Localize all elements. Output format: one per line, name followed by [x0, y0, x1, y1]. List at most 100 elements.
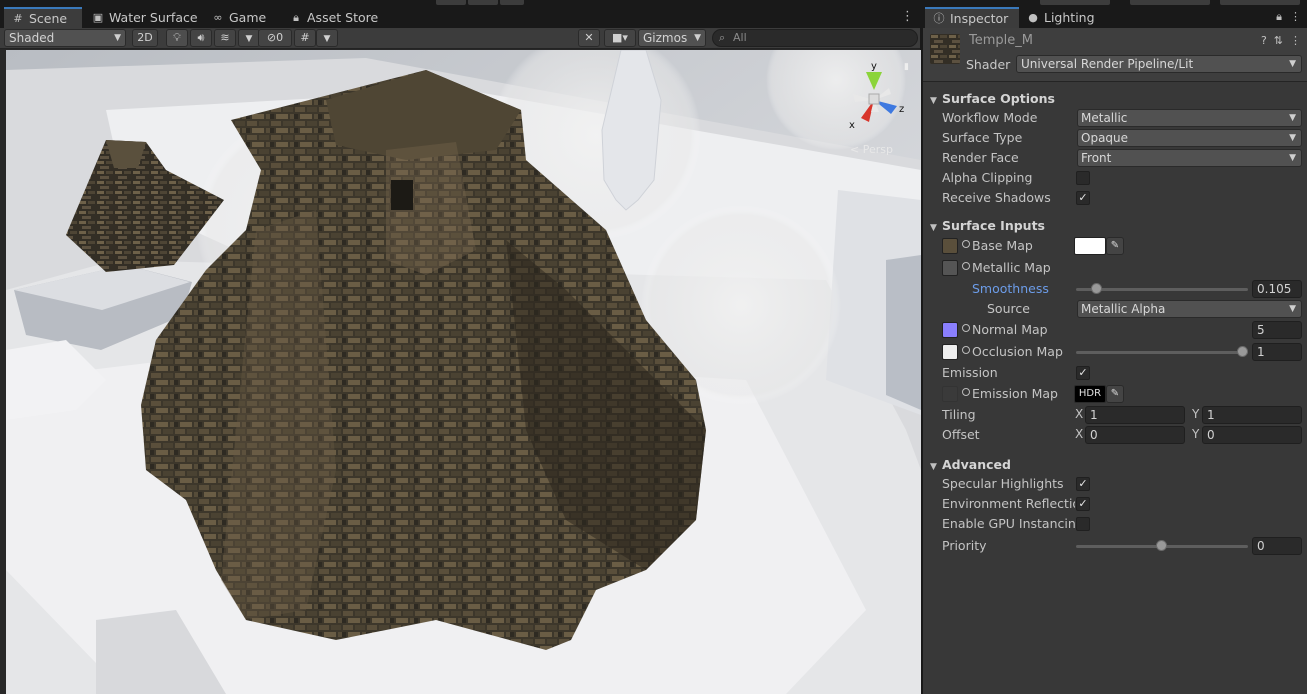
metallic-map-texture-slot[interactable] — [942, 260, 958, 276]
checkmark-icon: ✓ — [1078, 366, 1088, 379]
property-label: Smoothness — [972, 281, 1049, 296]
tab-label: Game — [229, 10, 267, 25]
alpha-clipping-checkbox[interactable] — [1076, 171, 1090, 185]
gpu-instancing-checkbox[interactable] — [1076, 517, 1090, 531]
help-icon[interactable]: ? — [1261, 34, 1267, 47]
tiling-x-field[interactable]: 1 — [1085, 406, 1185, 424]
texture-picker-icon[interactable] — [962, 324, 970, 332]
receive-shadows-checkbox[interactable]: ✓ — [1076, 191, 1090, 205]
gizmo-y-axis[interactable] — [866, 72, 882, 90]
lighting-toggle-button[interactable]: 💡︎ — [166, 29, 188, 47]
texture-picker-icon[interactable] — [962, 388, 970, 396]
normal-map-texture-slot[interactable] — [942, 322, 958, 338]
foldout-arrow-icon: ▼ — [930, 96, 937, 106]
more-options-icon[interactable]: ⋮ — [1290, 10, 1301, 24]
material-preview-thumbnail — [930, 34, 960, 64]
base-map-color-swatch[interactable] — [1074, 237, 1106, 255]
base-map-texture-slot[interactable] — [942, 238, 958, 254]
toolbar-stub-button[interactable] — [1130, 0, 1210, 5]
tab-lighting[interactable]: ● Lighting — [1019, 7, 1109, 28]
render-face-dropdown[interactable]: Front ▼ — [1077, 149, 1302, 167]
property-label: Emission Map — [972, 386, 1058, 401]
texture-picker-icon[interactable] — [962, 240, 970, 248]
gizmos-dropdown[interactable]: Gizmos ▼ — [638, 29, 706, 47]
scene-search-input[interactable]: ⌕ All — [712, 29, 918, 47]
dropdown-value: Front — [1081, 151, 1112, 165]
gpu-instancing-row: Enable GPU Instancing — [923, 514, 1307, 534]
specular-highlights-checkbox[interactable]: ✓ — [1076, 477, 1090, 491]
scene-viewport[interactable]: y x z < Persp ▮ — [6, 50, 921, 694]
more-options-icon[interactable]: ⋮ — [901, 9, 914, 24]
axis-label-x: X — [1075, 407, 1084, 421]
grid-toggle-button[interactable]: # — [294, 29, 316, 47]
tab-label: Water Surface — [109, 10, 198, 25]
tab-water-surface[interactable]: ▣ Water Surface — [84, 7, 202, 28]
lock-icon[interactable]: 🔒︎ — [1276, 10, 1282, 24]
smoothness-field[interactable]: 0.105 — [1252, 280, 1302, 298]
tab-inspector[interactable]: ⓘ Inspector — [925, 7, 1019, 28]
effects-dropdown-button[interactable]: ▼ — [238, 29, 260, 47]
hidden-objects-toggle[interactable]: ⊘0 — [258, 29, 292, 47]
material-name: Temple_M — [969, 33, 1033, 48]
grid-icon: # — [13, 11, 23, 25]
tab-scene[interactable]: # Scene — [4, 7, 82, 28]
normal-scale-field[interactable]: 5 — [1252, 321, 1302, 339]
workflow-mode-row: Workflow Mode Metallic ▼ — [923, 108, 1307, 128]
eyedropper-icon[interactable]: ✎ — [1106, 385, 1124, 403]
environment-reflections-row: Environment Reflections ✓ — [923, 494, 1307, 514]
tools-button[interactable]: ✕ — [578, 29, 600, 47]
more-options-icon[interactable]: ⋮ — [1290, 34, 1301, 47]
eyedropper-icon[interactable]: ✎ — [1106, 237, 1124, 255]
source-dropdown[interactable]: Metallic Alpha ▼ — [1077, 300, 1302, 318]
grid-dropdown-button[interactable]: ▼ — [316, 29, 338, 47]
draw-mode-dropdown[interactable]: Shaded ▼ — [4, 29, 126, 47]
environment-reflections-checkbox[interactable]: ✓ — [1076, 497, 1090, 511]
section-surface-inputs[interactable]: ▼ Surface Inputs — [930, 218, 1045, 233]
tab-asset-store[interactable]: 🔒︎ Asset Store — [282, 7, 382, 28]
priority-slider-handle[interactable] — [1156, 540, 1167, 551]
camera-settings-button[interactable]: ■▾ — [604, 29, 636, 47]
property-label: Metallic Map — [972, 260, 1051, 275]
section-advanced[interactable]: ▼ Advanced — [930, 457, 1011, 472]
offset-y-field[interactable]: 0 — [1202, 426, 1302, 444]
toolbar-stub-button[interactable] — [468, 0, 498, 5]
emission-map-texture-slot[interactable] — [942, 386, 958, 402]
property-label: Source — [987, 301, 1030, 316]
texture-picker-icon[interactable] — [962, 262, 970, 270]
occlusion-slider-handle[interactable] — [1237, 346, 1248, 357]
occlusion-slider-track[interactable] — [1076, 351, 1248, 354]
shader-dropdown[interactable]: Universal Render Pipeline/Lit ▼ — [1016, 55, 1302, 73]
effects-toggle-button[interactable]: ≋ — [214, 29, 236, 47]
property-label: Receive Shadows — [942, 190, 1051, 205]
occlusion-strength-field[interactable]: 1 — [1252, 343, 1302, 361]
toolbar-stub-button[interactable] — [436, 0, 466, 5]
toggle-2d-button[interactable]: 2D — [132, 29, 158, 47]
emission-hdr-color[interactable]: HDR — [1074, 385, 1106, 403]
tiling-y-field[interactable]: 1 — [1202, 406, 1302, 424]
render-face-row: Render Face Front ▼ — [923, 148, 1307, 168]
projection-toggle[interactable]: < Persp — [850, 143, 893, 156]
top-toolbar-strip — [0, 0, 1307, 7]
surface-type-dropdown[interactable]: Opaque ▼ — [1077, 129, 1302, 147]
audio-toggle-button[interactable]: 🔊︎ — [190, 29, 212, 47]
texture-picker-icon[interactable] — [962, 346, 970, 354]
lock-icon[interactable]: ▮ — [904, 62, 909, 72]
workflow-mode-dropdown[interactable]: Metallic ▼ — [1077, 109, 1302, 127]
emission-checkbox[interactable]: ✓ — [1076, 366, 1090, 380]
section-title: Advanced — [942, 457, 1011, 472]
specular-highlights-row: Specular Highlights ✓ — [923, 474, 1307, 494]
toolbar-stub-button[interactable] — [1220, 0, 1300, 5]
section-surface-options[interactable]: ▼ Surface Options — [930, 91, 1055, 106]
occlusion-map-texture-slot[interactable] — [942, 344, 958, 360]
priority-field[interactable]: 0 — [1252, 537, 1302, 555]
offset-x-field[interactable]: 0 — [1085, 426, 1185, 444]
smoothness-row: Smoothness 0.105 — [923, 279, 1307, 299]
preset-icon[interactable]: ⇅ — [1274, 34, 1283, 47]
lightbulb-icon: 💡︎ — [173, 31, 181, 44]
chevron-down-icon: ▼ — [1289, 153, 1296, 163]
smoothness-slider-handle[interactable] — [1091, 283, 1102, 294]
toolbar-stub-button[interactable] — [1040, 0, 1110, 5]
emission-row: Emission ✓ — [923, 363, 1307, 383]
tab-game[interactable]: ∞ Game — [204, 7, 276, 28]
toolbar-stub-button[interactable] — [500, 0, 524, 5]
